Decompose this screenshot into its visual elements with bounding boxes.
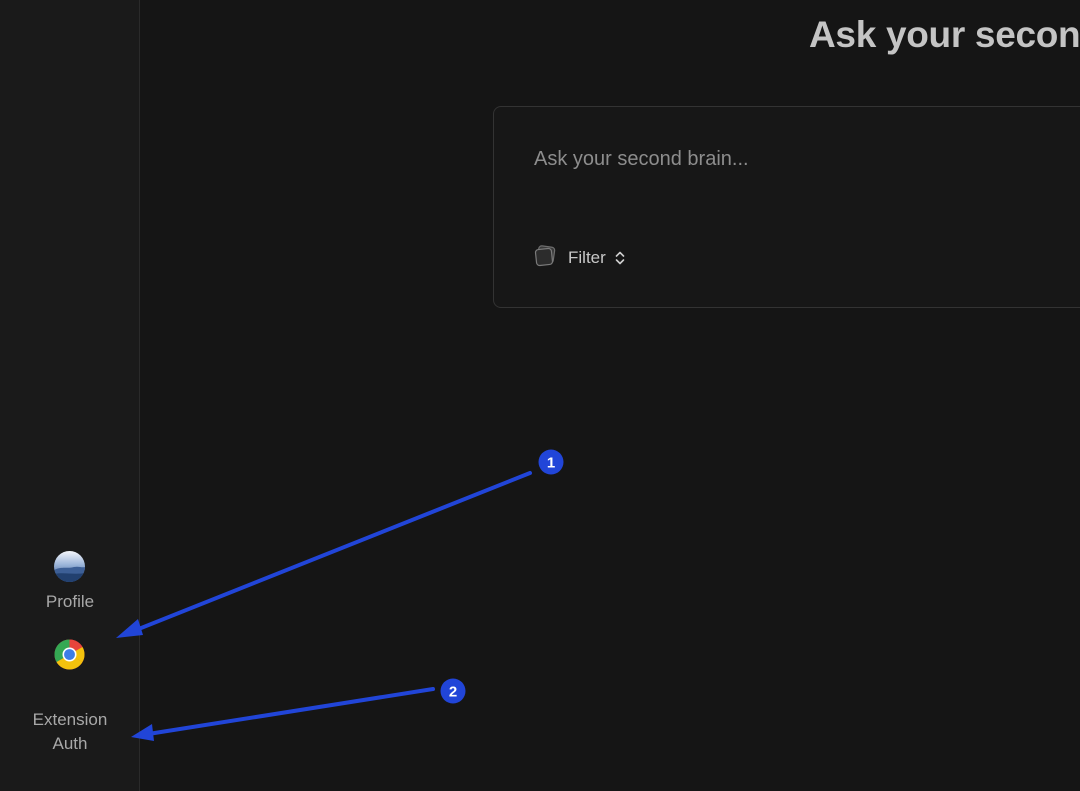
extension-label-line1: Extension bbox=[32, 710, 108, 729]
filter-label: Filter bbox=[568, 248, 606, 267]
chevron-updown-icon bbox=[614, 250, 626, 266]
ask-card: Filter bbox=[493, 106, 1080, 308]
extension-label-line2: Auth bbox=[52, 734, 88, 753]
annotation-badge-2 bbox=[440, 678, 466, 704]
annotation-2: 2 bbox=[131, 678, 466, 741]
ask-input[interactable] bbox=[534, 143, 1074, 175]
avatar-image-icon bbox=[54, 551, 85, 582]
page-title: Ask your seconc bbox=[809, 14, 1080, 55]
profile-avatar[interactable] bbox=[54, 551, 85, 582]
annotation-label-1: 1 bbox=[547, 455, 555, 472]
filter-button[interactable]: Filter bbox=[534, 244, 626, 272]
sidebar: Profile Extension Auth bbox=[0, 0, 140, 791]
brain-stack-icon bbox=[534, 244, 558, 272]
profile-label[interactable]: Profile bbox=[0, 592, 140, 612]
annotation-badge-1 bbox=[538, 449, 564, 475]
annotation-label-2: 2 bbox=[449, 684, 457, 701]
chrome-icon[interactable] bbox=[54, 639, 85, 670]
annotation-1: 1 bbox=[116, 449, 564, 638]
extension-auth-label[interactable]: Extension Auth bbox=[0, 708, 140, 756]
